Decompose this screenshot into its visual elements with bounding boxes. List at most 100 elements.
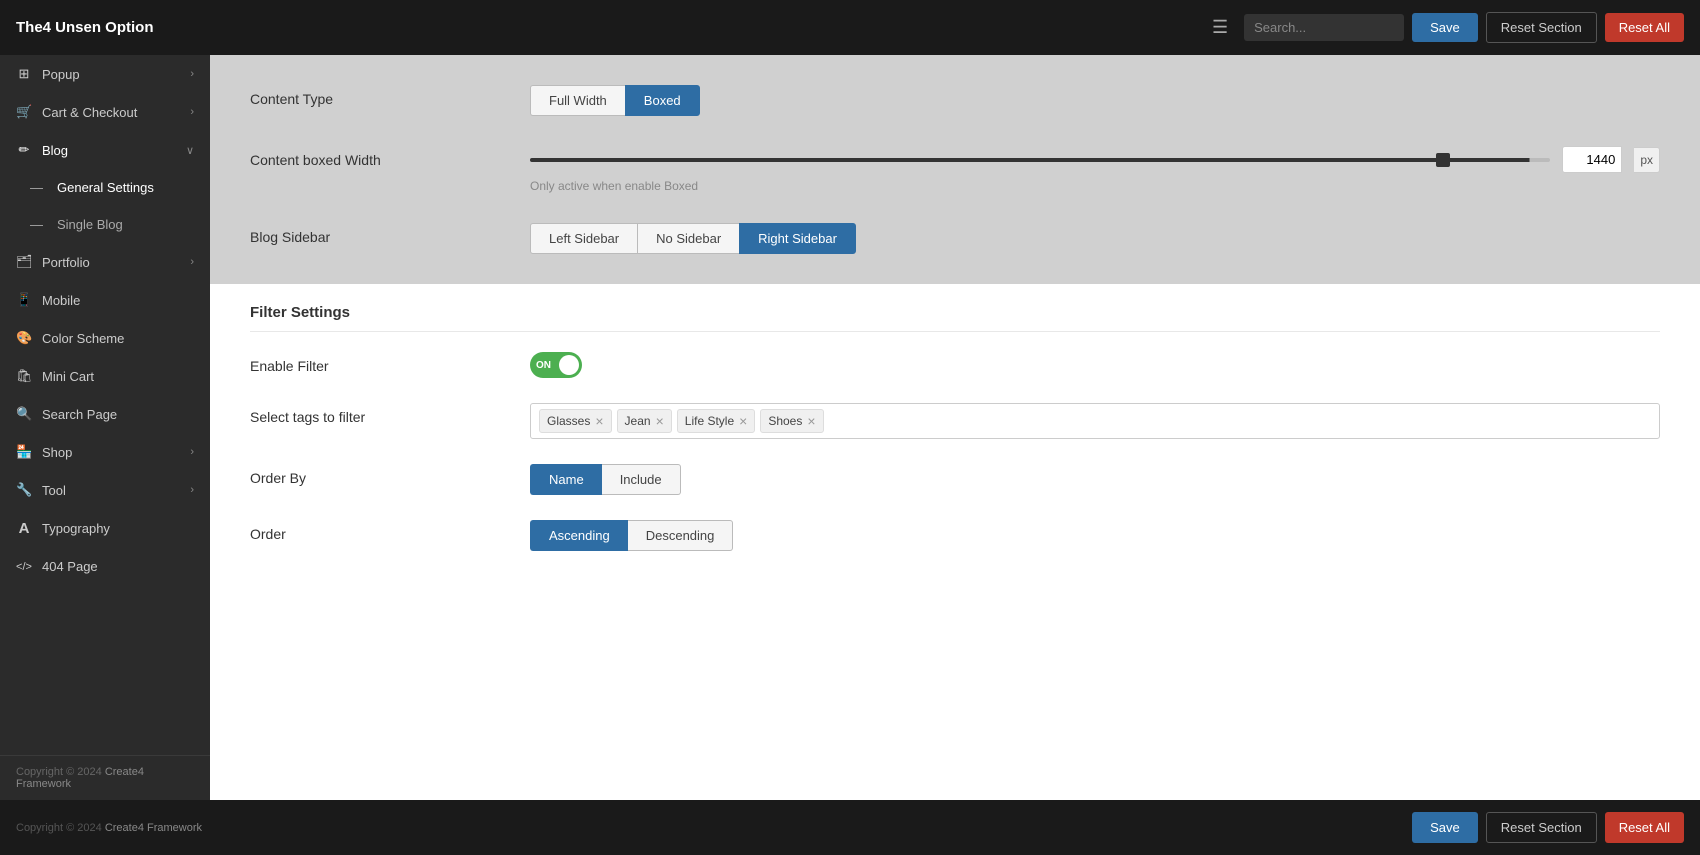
- sidebar-item-label: Portfolio: [42, 255, 90, 270]
- sidebar-item-label: Mobile: [42, 293, 80, 308]
- layout: ⊞ Popup › 🛒 Cart & Checkout › ✏ Blog ∨ —…: [0, 55, 1700, 800]
- color-scheme-icon: 🎨: [16, 330, 32, 346]
- bottom-reset-all-button[interactable]: Reset All: [1605, 812, 1684, 843]
- boxed-button[interactable]: Boxed: [625, 85, 700, 116]
- ascending-button[interactable]: Ascending: [530, 520, 628, 551]
- descending-button[interactable]: Descending: [628, 520, 734, 551]
- tag-remove-shoes[interactable]: ×: [807, 414, 815, 428]
- tag-remove-jean[interactable]: ×: [656, 414, 664, 428]
- width-input[interactable]: [1562, 146, 1622, 173]
- sidebar-item-label: Typography: [42, 521, 110, 536]
- reset-section-button[interactable]: Reset Section: [1486, 12, 1597, 43]
- dash-icon: —: [30, 180, 43, 195]
- tag-label: Shoes: [768, 414, 802, 428]
- width-slider[interactable]: [530, 158, 1550, 162]
- bottombar-actions: Save Reset Section Reset All: [1412, 812, 1684, 843]
- sidebar-item-label: Single Blog: [57, 217, 123, 232]
- sidebar-item-label: 404 Page: [42, 559, 98, 574]
- tag-remove-glasses[interactable]: ×: [595, 414, 603, 428]
- tag-shoes: Shoes ×: [760, 409, 823, 433]
- enable-filter-toggle[interactable]: ON: [530, 352, 582, 378]
- order-btn-group: Ascending Descending: [530, 520, 1660, 551]
- app-title: The4 Unsen Option: [16, 19, 1212, 36]
- blog-sidebar-control: Left Sidebar No Sidebar Right Sidebar: [530, 223, 1660, 254]
- chevron-right-icon: ›: [190, 106, 194, 118]
- sidebar-item-single-blog[interactable]: — Single Blog: [0, 206, 210, 243]
- framework-link[interactable]: Create4 Framework: [105, 822, 202, 834]
- sidebar-item-typography[interactable]: A Typography: [0, 509, 210, 548]
- content-boxed-width-row: Content boxed Width px Only active when …: [250, 146, 1660, 193]
- content-boxed-width-label: Content boxed Width: [250, 146, 510, 168]
- tag-label: Jean: [625, 414, 651, 428]
- sidebar-item-label: Cart & Checkout: [42, 105, 137, 120]
- menu-icon[interactable]: ☰: [1212, 17, 1228, 38]
- reset-all-button[interactable]: Reset All: [1605, 13, 1684, 42]
- select-tags-label: Select tags to filter: [250, 403, 510, 425]
- sidebar-item-cart-checkout[interactable]: 🛒 Cart & Checkout ›: [0, 93, 210, 131]
- order-by-control: Name Include: [530, 464, 1660, 495]
- filter-divider: [250, 331, 1660, 332]
- dash-icon: —: [30, 217, 43, 232]
- sidebar-item-label: Mini Cart: [42, 369, 94, 384]
- sidebar-item-portfolio[interactable]: 🗂 Portfolio ›: [0, 243, 210, 281]
- sidebar-item-label: Tool: [42, 483, 66, 498]
- shop-icon: 🏪: [16, 444, 32, 460]
- tags-input[interactable]: Glasses × Jean × Life Style × Shoes: [530, 403, 1660, 439]
- sidebar-item-color-scheme[interactable]: 🎨 Color Scheme: [0, 319, 210, 357]
- select-tags-control: Glasses × Jean × Life Style × Shoes: [530, 403, 1660, 439]
- left-sidebar-button[interactable]: Left Sidebar: [530, 223, 637, 254]
- typography-icon: A: [16, 520, 32, 537]
- full-width-button[interactable]: Full Width: [530, 85, 625, 116]
- chevron-right-icon: ›: [190, 256, 194, 268]
- content-type-row: Content Type Full Width Boxed: [250, 85, 1660, 116]
- mobile-icon: 📱: [16, 292, 32, 308]
- tag-remove-life-style[interactable]: ×: [739, 414, 747, 428]
- bottombar: Copyright © 2024 Create4 Framework Save …: [0, 800, 1700, 855]
- sidebar-item-tool[interactable]: 🔧 Tool ›: [0, 471, 210, 509]
- order-by-label: Order By: [250, 464, 510, 486]
- no-sidebar-button[interactable]: No Sidebar: [637, 223, 739, 254]
- blog-sidebar-btn-group: Left Sidebar No Sidebar Right Sidebar: [530, 223, 1660, 254]
- bottombar-left: Copyright © 2024 Create4 Framework: [16, 822, 202, 834]
- sidebar-item-search-page[interactable]: 🔍 Search Page: [0, 395, 210, 433]
- copyright-text: Copyright © 2024: [16, 766, 102, 778]
- order-by-name-button[interactable]: Name: [530, 464, 602, 495]
- bottom-save-button[interactable]: Save: [1412, 812, 1478, 843]
- sidebar-footer: Copyright © 2024 Create4 Framework: [0, 755, 210, 800]
- sidebar-item-popup[interactable]: ⊞ Popup ›: [0, 55, 210, 93]
- order-by-row: Order By Name Include: [250, 464, 1660, 495]
- order-by-include-button[interactable]: Include: [602, 464, 681, 495]
- topbar-actions: ☰ Save Reset Section Reset All: [1212, 12, 1684, 43]
- toggle-track: ON: [530, 352, 582, 378]
- order-row: Order Ascending Descending: [250, 520, 1660, 551]
- tag-life-style: Life Style ×: [677, 409, 756, 433]
- search-input[interactable]: [1244, 14, 1404, 41]
- sidebar-item-mobile[interactable]: 📱 Mobile: [0, 281, 210, 319]
- toggle-container: ON: [530, 352, 1660, 378]
- right-sidebar-button[interactable]: Right Sidebar: [739, 223, 856, 254]
- sidebar-item-404-page[interactable]: </> 404 Page: [0, 548, 210, 585]
- sidebar-item-shop[interactable]: 🏪 Shop ›: [0, 433, 210, 471]
- sidebar-item-label: General Settings: [57, 180, 154, 195]
- filter-panel: Filter Settings Enable Filter ON: [210, 284, 1700, 800]
- blog-icon: ✏: [16, 142, 32, 158]
- mini-cart-icon: 🛍: [16, 368, 32, 384]
- slider-hint: Only active when enable Boxed: [530, 179, 1660, 193]
- blog-sidebar-row: Blog Sidebar Left Sidebar No Sidebar Rig…: [250, 223, 1660, 254]
- sidebar-item-blog[interactable]: ✏ Blog ∨: [0, 131, 210, 169]
- topbar: The4 Unsen Option ☰ Save Reset Section R…: [0, 0, 1700, 55]
- portfolio-icon: 🗂: [16, 254, 32, 270]
- chevron-right-icon: ›: [190, 446, 194, 458]
- sidebar-item-general-settings[interactable]: — General Settings: [0, 169, 210, 206]
- sidebar-item-mini-cart[interactable]: 🛍 Mini Cart: [0, 357, 210, 395]
- save-button[interactable]: Save: [1412, 13, 1478, 42]
- width-unit: px: [1634, 147, 1660, 173]
- content-type-control: Full Width Boxed: [530, 85, 1660, 116]
- select-tags-row: Select tags to filter Glasses × Jean × L…: [250, 403, 1660, 439]
- bottom-reset-section-button[interactable]: Reset Section: [1486, 812, 1597, 843]
- order-by-btn-group: Name Include: [530, 464, 1660, 495]
- blog-sidebar-label: Blog Sidebar: [250, 223, 510, 245]
- tool-icon: 🔧: [16, 482, 32, 498]
- toggle-knob: [559, 355, 579, 375]
- popup-icon: ⊞: [16, 66, 32, 82]
